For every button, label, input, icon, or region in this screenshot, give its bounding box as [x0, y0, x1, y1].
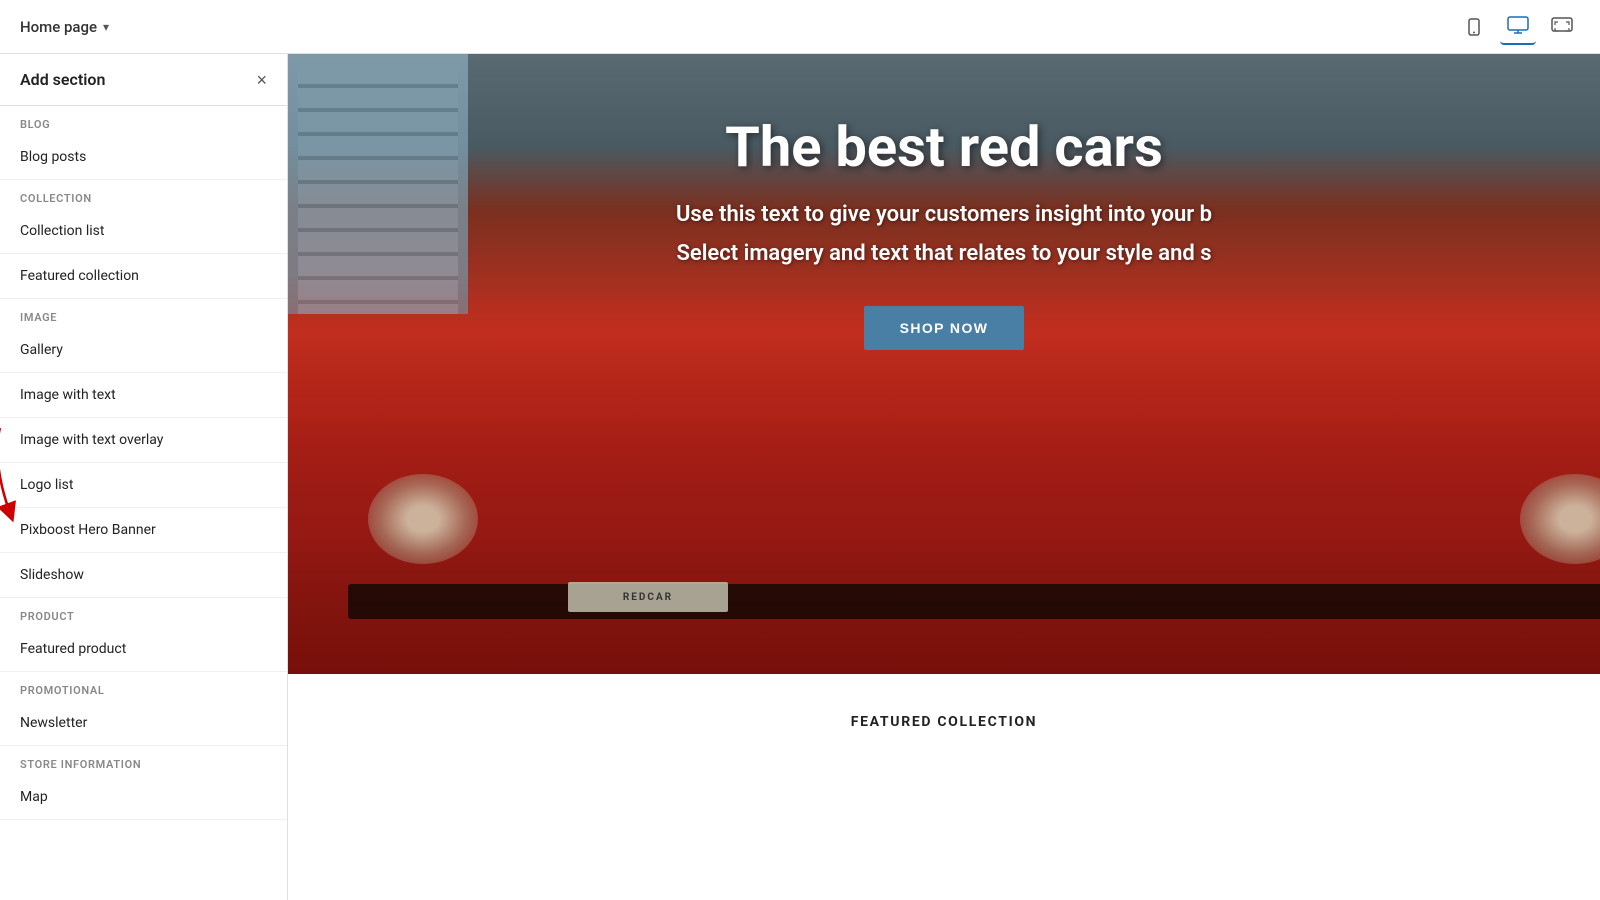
sidebar-item-gallery[interactable]: Gallery	[0, 328, 287, 373]
mobile-view-button[interactable]	[1456, 9, 1492, 45]
featured-collection-title: FEATURED COLLECTION	[308, 714, 1580, 730]
category-image: IMAGE	[0, 299, 287, 328]
chevron-down-icon: ▾	[103, 20, 109, 34]
mobile-icon	[1464, 17, 1484, 37]
top-bar: Home page ▾	[0, 0, 1600, 54]
sidebar-item-newsletter[interactable]: Newsletter	[0, 701, 287, 746]
sidebar-item-image-with-text[interactable]: Image with text	[0, 373, 287, 418]
featured-collection-section: FEATURED COLLECTION	[288, 674, 1600, 770]
car-grille-bar	[348, 584, 1600, 619]
fullscreen-icon	[1551, 17, 1573, 37]
main-layout: Add section × BLOG Blog posts COLLECTION…	[0, 54, 1600, 900]
sidebar-title: Add section	[20, 70, 105, 89]
preview-frame: REDCAR The best red cars Use this text t…	[288, 54, 1600, 900]
category-collection: COLLECTION	[0, 180, 287, 209]
category-store-information: STORE INFORMATION	[0, 746, 287, 775]
desktop-view-button[interactable]	[1500, 9, 1536, 45]
desktop-icon	[1507, 16, 1529, 36]
device-selector	[1456, 9, 1580, 45]
hero-subtitle-line2: Select imagery and text that relates to …	[328, 237, 1560, 270]
preview-area: REDCAR The best red cars Use this text t…	[288, 54, 1600, 900]
sidebar-item-logo-list[interactable]: Logo list	[0, 463, 287, 508]
page-dropdown[interactable]: Home page ▾	[20, 18, 109, 36]
sidebar-item-pixboost-hero-banner[interactable]: Pixboost Hero Banner	[0, 508, 287, 553]
headlight-left	[368, 474, 478, 564]
hero-content: The best red cars Use this text to give …	[288, 114, 1600, 350]
sidebar-item-slideshow[interactable]: Slideshow	[0, 553, 287, 598]
sidebar-item-image-with-text-overlay[interactable]: Image with text overlay	[0, 418, 287, 463]
category-blog: BLOG	[0, 106, 287, 135]
hero-cta-button[interactable]: SHOP NOW	[864, 306, 1025, 350]
hero-title: The best red cars	[328, 114, 1560, 180]
sidebar-item-featured-collection[interactable]: Featured collection	[0, 254, 287, 299]
hero-section: REDCAR The best red cars Use this text t…	[288, 54, 1600, 674]
sidebar-item-featured-product[interactable]: Featured product	[0, 627, 287, 672]
sidebar-item-collection-list[interactable]: Collection list	[0, 209, 287, 254]
license-plate: REDCAR	[568, 582, 728, 612]
category-product: PRODUCT	[0, 598, 287, 627]
sidebar-item-map[interactable]: Map	[0, 775, 287, 820]
page-title-label: Home page	[20, 18, 97, 36]
sidebar: Add section × BLOG Blog posts COLLECTION…	[0, 54, 288, 900]
hero-subtitle-line1: Use this text to give your customers ins…	[328, 198, 1560, 231]
sidebar-sections-list: BLOG Blog posts COLLECTION Collection li…	[0, 106, 287, 900]
category-promotional: PROMOTIONAL	[0, 672, 287, 701]
sidebar-header: Add section ×	[0, 54, 287, 106]
sidebar-item-blog-posts[interactable]: Blog posts	[0, 135, 287, 180]
top-bar-left: Home page ▾	[20, 18, 109, 36]
close-button[interactable]: ×	[256, 71, 267, 89]
fullscreen-button[interactable]	[1544, 9, 1580, 45]
